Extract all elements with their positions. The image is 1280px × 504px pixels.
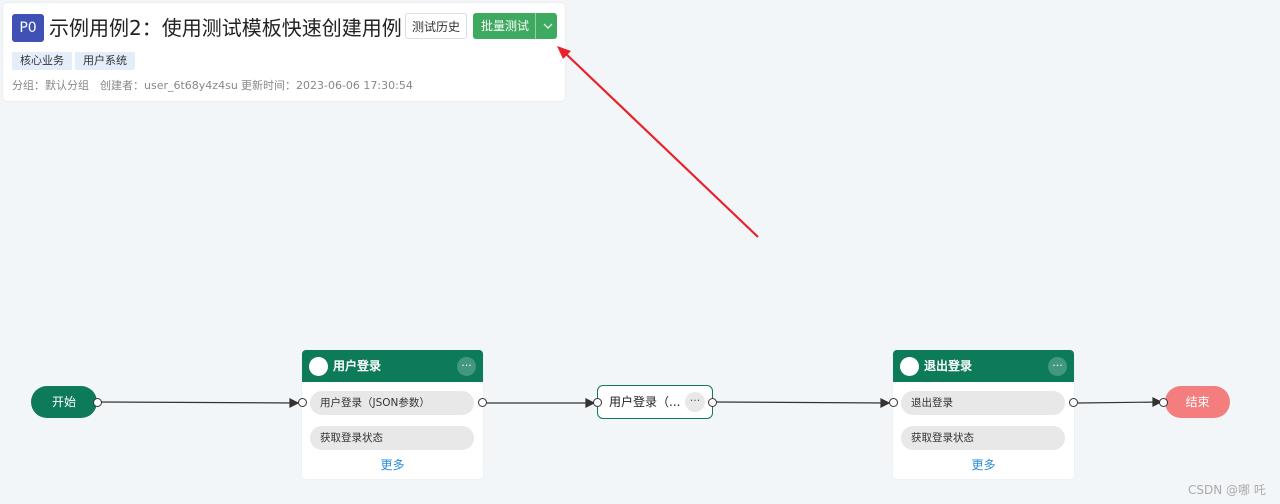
step-get-login-status[interactable]: 获取登录状态 [310, 426, 474, 450]
annotation-arrow [557, 46, 759, 238]
node-avatar-icon [309, 357, 328, 376]
node-logout[interactable]: 退出登录 ··· 退出登录 获取登录状态 更多 [893, 350, 1074, 479]
end-in-port[interactable] [1159, 398, 1168, 407]
more-options-icon[interactable]: ··· [457, 357, 476, 376]
more-options-icon[interactable]: ··· [685, 392, 705, 412]
logout-in-port[interactable] [889, 398, 898, 407]
edge-middle-logout [716, 401, 890, 404]
login-in-port[interactable] [298, 398, 307, 407]
node-avatar-icon [900, 357, 919, 376]
step-user-login-json[interactable]: 用户登录（JSON参数） [310, 391, 474, 415]
more-link[interactable]: 更多 [893, 456, 1074, 474]
more-options-icon[interactable]: ··· [1048, 357, 1067, 376]
flow-edges [100, 46, 1163, 408]
node-user-login[interactable]: 用户登录 ··· 用户登录（JSON参数） 获取登录状态 更多 [302, 350, 483, 479]
edge-start-login [100, 401, 299, 404]
node-title: 用户登录 [333, 359, 382, 373]
node-title: 退出登录 [924, 359, 973, 373]
step-logout[interactable]: 退出登录 [901, 391, 1065, 415]
watermark: CSDN @哪 吒 [1188, 483, 1266, 497]
start-node[interactable]: 开始 [31, 386, 97, 418]
step-get-login-status[interactable]: 获取登录状态 [901, 426, 1065, 450]
middle-out-port[interactable] [708, 398, 717, 407]
edge-logout-end [1077, 401, 1162, 404]
node-label: 用户登录（... [609, 395, 681, 409]
node-header [893, 350, 1074, 382]
more-link[interactable]: 更多 [302, 456, 483, 474]
node-user-login-ref[interactable]: 用户登录（... ··· [597, 385, 713, 419]
login-out-port[interactable] [478, 398, 487, 407]
logout-out-port[interactable] [1069, 398, 1078, 407]
node-header [302, 350, 483, 382]
end-node[interactable]: 结束 [1165, 386, 1230, 418]
start-out-port[interactable] [93, 398, 102, 407]
middle-in-port[interactable] [593, 398, 602, 407]
